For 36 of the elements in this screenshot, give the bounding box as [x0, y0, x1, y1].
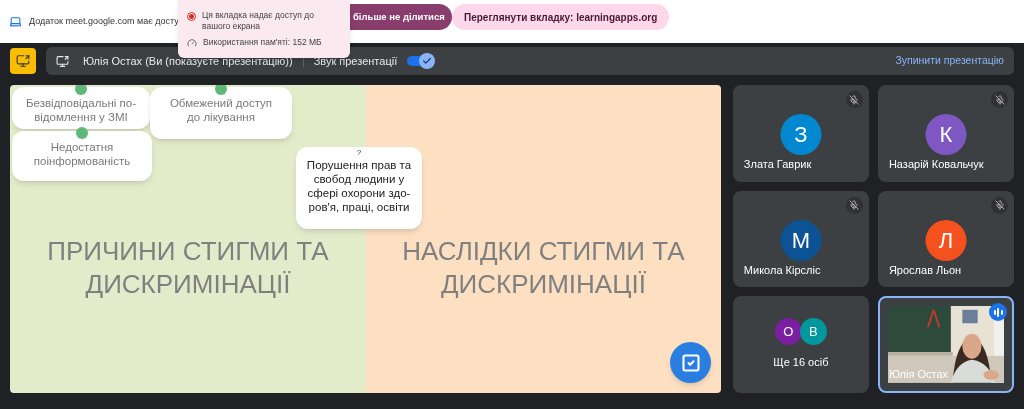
answer-card[interactable]: Безвідповідальні по- відомлення у ЗМІ — [12, 87, 150, 129]
checkbox-icon — [680, 352, 701, 373]
card-text: Безвідповідальні по- відомлення у ЗМІ — [26, 96, 136, 124]
avatar: О — [774, 318, 802, 346]
avatar: В — [799, 318, 827, 346]
more-participants-label[interactable]: Ще 16 осіб — [773, 354, 829, 371]
avatar: Л — [925, 219, 967, 261]
present-icon — [56, 54, 69, 68]
stop-presentation-button[interactable]: Зупинити презентацію — [895, 53, 1004, 69]
audio-label: Звук презентації — [313, 53, 398, 69]
card-text: Недостатня поінформованість — [33, 140, 131, 168]
question-mark: ? — [356, 148, 362, 158]
gauge-icon — [187, 38, 197, 48]
presentation-icon[interactable] — [10, 48, 36, 74]
avatar: З — [780, 114, 822, 155]
avatar: М — [780, 219, 822, 261]
recording-dot-icon — [187, 12, 196, 21]
audio-toggle[interactable] — [407, 53, 436, 69]
slide-title: ПРИЧИНИ СТИГМИ ТА ДИСКРИМІНАЦІЇ — [46, 235, 330, 301]
participant-name: Ярослав Льон — [888, 262, 962, 278]
popup-text: Використання пам'яті: 152 МБ — [203, 37, 322, 48]
card-text: Порушення прав та свобод людини у сфері охорони здо- ров'я, праці, освіти — [306, 158, 412, 214]
participant-name: Злата Гаврик — [743, 157, 812, 173]
answer-card[interactable]: ? Порушення прав та свобод людини у сфері охорони здо- ров'я, праці, освіти — [296, 147, 422, 229]
presenter-label: Юлія Остах (Ви (показуєте презентацію)) — [83, 53, 293, 69]
check-icon — [422, 56, 433, 66]
slide-title: НАСЛІДКИ СТИГМИ ТА ДИСКРИМІНАЦІЇ — [401, 235, 686, 301]
participant-name: Микола Кірсліс — [743, 262, 821, 278]
switch-tab-button[interactable]: Переглянути вкладку: learningapps.org — [452, 4, 670, 30]
participant-name: Юлія Остах — [888, 367, 948, 383]
banner-message: Додаток meet.google.com має досту — [29, 14, 179, 28]
popup-text: Ця вкладка надає доступ до вашого екрана — [202, 10, 315, 32]
participant-name: Назарій Ковальчук — [888, 157, 984, 173]
avatar: К — [925, 114, 967, 155]
card-text: Обмежений доступ до лікування — [169, 96, 273, 124]
answer-card[interactable]: Обмежений доступ до лікування — [150, 87, 292, 139]
